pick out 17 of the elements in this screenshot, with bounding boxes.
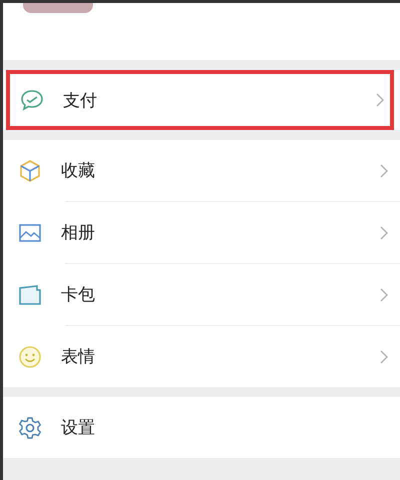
menu-item[interactable]: 卡包 xyxy=(3,264,400,325)
avatar-image xyxy=(23,3,93,13)
menu-item-label: 支付 xyxy=(63,90,98,112)
menu-item-label: 收藏 xyxy=(61,160,96,182)
menu-item-label: 表情 xyxy=(61,346,96,368)
menu-item-label: 相册 xyxy=(61,222,96,244)
settings-icon xyxy=(17,414,43,440)
menu-item[interactable]: 表情 xyxy=(3,326,400,387)
menu-item-label: 设置 xyxy=(61,417,96,439)
menu-item-label: 卡包 xyxy=(61,284,96,306)
menu-item[interactable]: 设置 xyxy=(3,397,400,458)
menu-item[interactable]: 收藏 xyxy=(3,140,400,201)
cube-icon xyxy=(17,158,43,184)
smiley-icon xyxy=(17,344,43,370)
menu-item[interactable]: 支付 xyxy=(6,70,394,130)
menu-item[interactable]: 相册 xyxy=(3,202,400,263)
chat-bubble-check-icon xyxy=(19,87,45,113)
